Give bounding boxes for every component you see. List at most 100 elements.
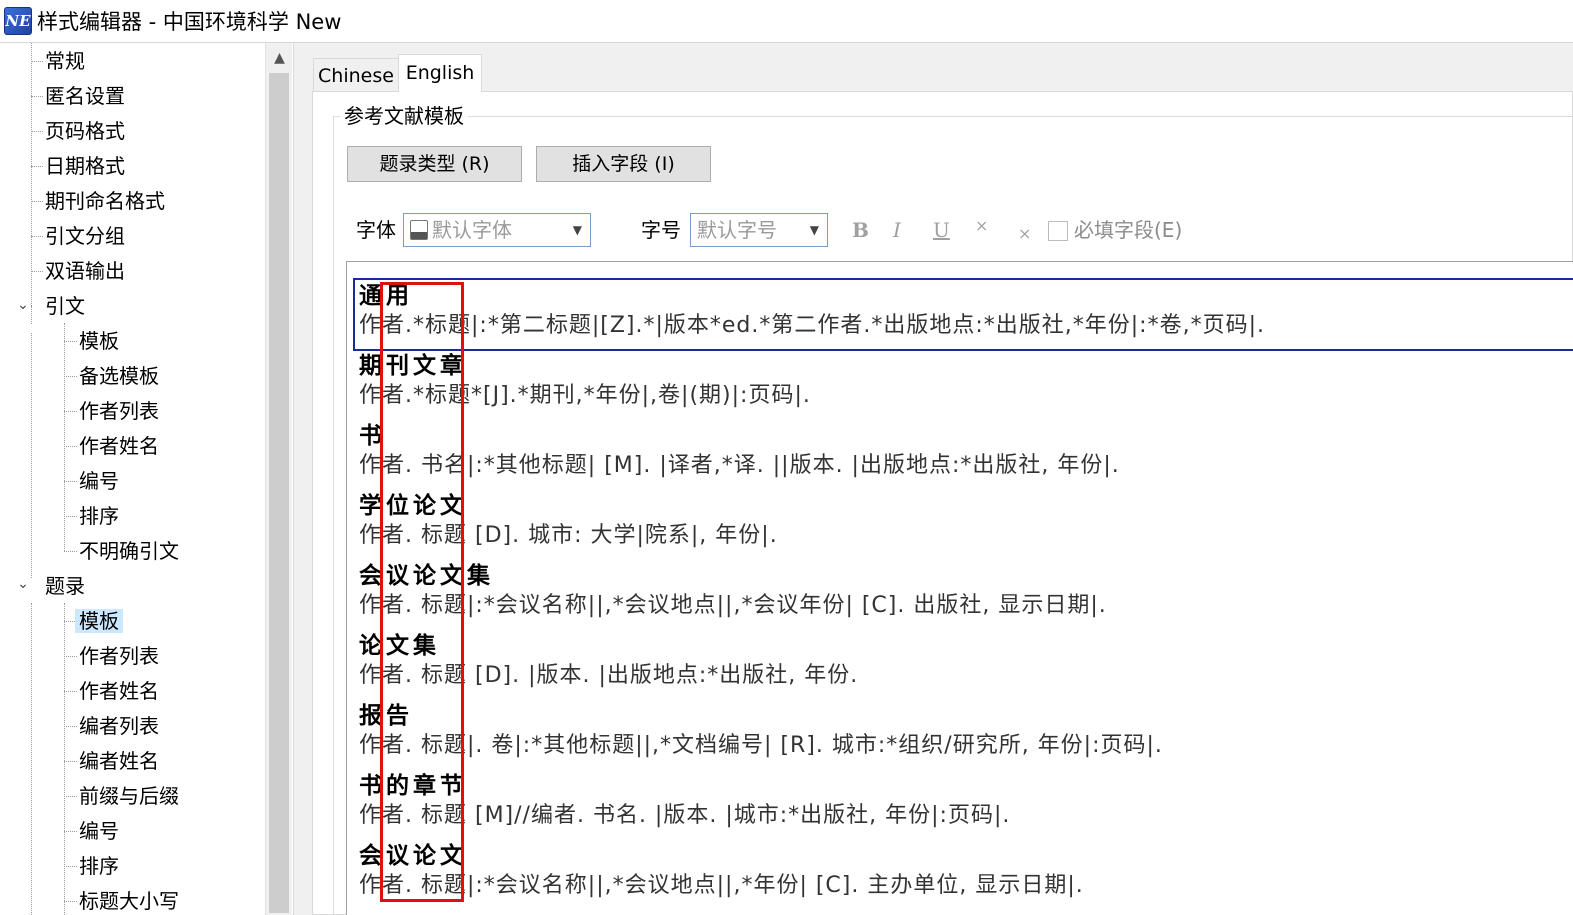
size-select-value: 默认字号 [697, 218, 777, 242]
size-label: 字号 [641, 218, 681, 242]
collapse-citation-icon[interactable]: ⌄ [15, 297, 31, 313]
tree-item-label: 引文 [45, 294, 85, 318]
tree-item[interactable]: 题录 [45, 571, 85, 601]
scroll-up-arrow-icon[interactable]: ▲ [266, 43, 293, 71]
app-logo-icon: NE [4, 7, 32, 35]
tree-connector-line [31, 131, 43, 132]
required-field-checkbox[interactable] [1048, 221, 1068, 241]
tree-item[interactable]: 日期格式 [45, 151, 125, 181]
tree-item-label: 编者列表 [79, 714, 159, 738]
template-format-line[interactable]: 作者. 书名|:*其他标题| [M]. |译者,*译. ||版本. |出版地点:… [359, 451, 1120, 481]
tree-connector-line [64, 551, 77, 552]
annotation-red-box [380, 282, 464, 902]
tree-item[interactable]: 前缀与后缀 [79, 781, 179, 811]
bold-button[interactable]: B [852, 214, 869, 246]
tree-connector-line [31, 201, 43, 202]
scroll-thumb[interactable] [269, 73, 289, 913]
tree-item-label: 编者姓名 [79, 749, 159, 773]
tree-item[interactable]: 备选模板 [79, 361, 159, 391]
tree-item-label: 匿名设置 [45, 84, 125, 108]
tree-guide-line [64, 603, 65, 915]
tree-connector-line [64, 481, 77, 482]
tree-item[interactable]: 作者姓名 [79, 431, 159, 461]
tree-item-label: 作者列表 [79, 644, 159, 668]
tree-scrollbar[interactable]: ▲ [265, 43, 292, 915]
insert-field-button[interactable]: 插入字段 (I) [536, 146, 711, 182]
tree-item-label: 作者姓名 [79, 434, 159, 458]
tree-connector-line [31, 166, 43, 167]
tree-connector-line [31, 236, 43, 237]
tab-english[interactable]: English [398, 54, 482, 92]
tree-item-label: 排序 [79, 504, 119, 528]
font-label: 字体 [356, 218, 396, 242]
tree-connector-line [64, 761, 77, 762]
tree-item-label: 不明确引文 [79, 539, 179, 563]
tree-connector-line [64, 446, 77, 447]
settings-tree[interactable]: ⌄ ⌄ 常规 匿名设置 页码格式 日期格式 期刊命名格式 引文分组 双语输出 引文 模板 备选模板… [0, 43, 293, 915]
tab-chinese[interactable]: Chinese [313, 58, 399, 92]
template-format-line[interactable]: 作者.*标题|:*第二标题|[Z].*|版本*ed.*第二作者.*出版地点:*出… [359, 311, 1265, 341]
tree-item[interactable]: 排序 [79, 851, 119, 881]
tree-item[interactable]: 作者列表 [79, 396, 159, 426]
subscript-button[interactable]: × [1018, 218, 1031, 250]
tree-item[interactable]: 匿名设置 [45, 81, 125, 111]
tree-item-label: 双语输出 [45, 259, 125, 283]
template-format-line[interactable]: 作者. 标题|:*会议名称||,*会议地点||,*会议年份| [C]. 出版社,… [359, 591, 1107, 621]
font-icon [410, 220, 428, 240]
tree-connector-line [31, 96, 43, 97]
tree-item[interactable]: 编号 [79, 466, 119, 496]
tree-item-label: 期刊命名格式 [45, 189, 165, 213]
tree-item-label: 标题大小写 [79, 889, 179, 913]
tree-connector-line [64, 901, 77, 902]
chevron-down-icon: ▼ [572, 223, 582, 237]
tree-item[interactable]: 编者列表 [79, 711, 159, 741]
tree-item[interactable]: 期刊命名格式 [45, 186, 165, 216]
tree-item[interactable]: 作者姓名 [79, 676, 159, 706]
font-select-value: 默认字体 [432, 218, 512, 242]
tree-connector-line [31, 271, 43, 272]
tree-connector-line [64, 691, 77, 692]
template-format-line[interactable]: 作者. 标题|:*会议名称||,*会议地点||,*年份| [C]. 主办单位, … [359, 871, 1084, 901]
reference-type-button[interactable]: 题录类型 (R) [347, 146, 522, 182]
collapse-bibliography-icon[interactable]: ⌄ [15, 576, 31, 592]
underline-button[interactable]: U [933, 214, 950, 246]
tree-guide-line [31, 306, 32, 324]
tree-item[interactable]: 双语输出 [45, 256, 125, 286]
tree-item-label: 模板 [75, 609, 123, 633]
tree-item[interactable]: 作者列表 [79, 641, 159, 671]
tree-item-label: 排序 [79, 854, 119, 878]
tree-connector-line [64, 796, 77, 797]
tree-item[interactable]: 模板 [75, 606, 123, 636]
tree-item[interactable]: 常规 [45, 46, 85, 76]
tree-item[interactable]: 编号 [79, 816, 119, 846]
tree-item[interactable]: 模板 [79, 326, 119, 356]
panel-splitter[interactable] [293, 43, 309, 915]
tree-connector-line [64, 831, 77, 832]
tree-item[interactable]: 不明确引文 [79, 536, 179, 566]
size-select[interactable]: 默认字号 ▼ [690, 213, 828, 247]
tree-item[interactable]: 引文 [45, 291, 85, 321]
tree-item-label: 备选模板 [79, 364, 159, 388]
tree-item[interactable]: 编者姓名 [79, 746, 159, 776]
template-format-line[interactable]: 作者. 标题|. 卷|:*其他标题||,*文档编号| [R]. 城市:*组织/研… [359, 731, 1163, 761]
tree-item-label: 前缀与后缀 [79, 784, 179, 808]
tree-item[interactable]: 排序 [79, 501, 119, 531]
chevron-down-icon: ▼ [809, 223, 819, 237]
tree-item-label: 常规 [45, 49, 85, 73]
title-bar: NE 样式编辑器 - 中国环境科学 New [0, 0, 1573, 42]
tree-connector-line [64, 516, 77, 517]
tree-item[interactable]: 页码格式 [45, 116, 125, 146]
tree-connector-line [64, 726, 77, 727]
tree-item[interactable]: 标题大小写 [79, 886, 179, 915]
tree-item-label: 引文分组 [45, 224, 125, 248]
tree-item-label: 编号 [79, 819, 119, 843]
tree-item-label: 日期格式 [45, 154, 125, 178]
font-select[interactable]: 默认字体 ▼ [403, 213, 591, 247]
superscript-button[interactable]: × [975, 210, 988, 242]
tree-guide-line [31, 333, 32, 578]
tree-item[interactable]: 引文分组 [45, 221, 125, 251]
tree-item-label: 页码格式 [45, 119, 125, 143]
tree-connector-line [64, 866, 77, 867]
group-title: 参考文献模板 [340, 102, 468, 130]
italic-button[interactable]: I [893, 214, 901, 246]
